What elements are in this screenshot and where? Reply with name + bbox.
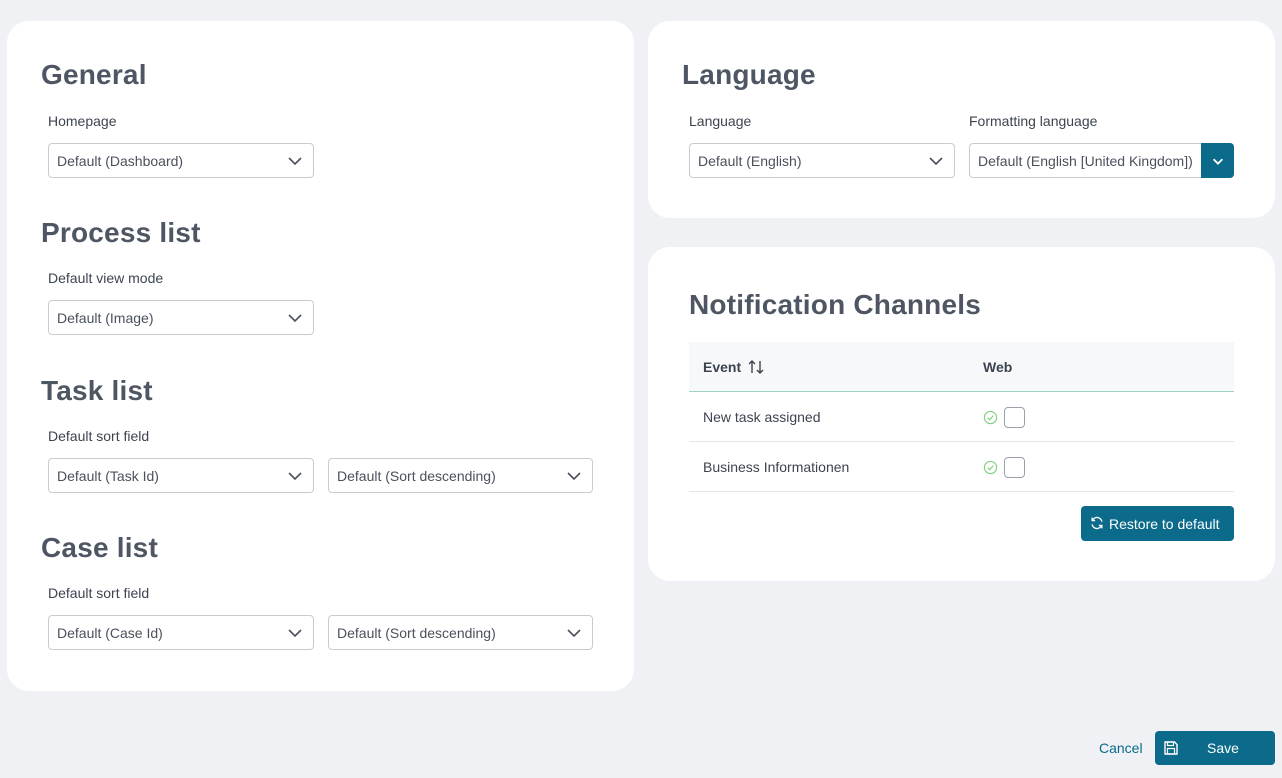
language-card: Language Language Default (English) Form… (648, 21, 1275, 218)
cancel-link[interactable]: Cancel (1099, 740, 1143, 756)
chevron-down-icon (929, 157, 943, 166)
homepage-select[interactable]: Default (Dashboard) (48, 143, 314, 178)
task-sort-order-value: Default (Sort descending) (337, 467, 496, 484)
process-list-heading: Process list (41, 217, 201, 248)
homepage-select-value: Default (Dashboard) (57, 152, 184, 169)
task-sort-field-select[interactable]: Default (Task Id) (48, 458, 314, 493)
table-row: New task assigned (689, 392, 1234, 442)
chevron-down-icon (288, 629, 302, 638)
column-header-event-label: Event (703, 359, 742, 375)
web-cell (983, 407, 1025, 428)
language-heading: Language (682, 59, 816, 90)
task-sort-order-select[interactable]: Default (Sort descending) (328, 458, 593, 493)
save-button[interactable]: Save (1155, 731, 1275, 765)
language-select-value: Default (English) (698, 152, 802, 169)
notification-table: Event Web New task assigned Business Inf… (689, 342, 1234, 492)
language-select[interactable]: Default (English) (689, 143, 955, 178)
general-heading: General (41, 59, 147, 90)
web-cell (983, 457, 1025, 478)
chevron-down-icon (288, 157, 302, 166)
case-sort-field-select[interactable]: Default (Case Id) (48, 615, 314, 650)
case-sort-field-value: Default (Case Id) (57, 624, 163, 641)
check-circle-icon (983, 460, 998, 475)
web-checkbox[interactable] (1004, 407, 1025, 428)
column-header-event[interactable]: Event (703, 359, 765, 375)
case-sort-order-select[interactable]: Default (Sort descending) (328, 615, 593, 650)
general-settings-card: General Homepage Default (Dashboard) Pro… (7, 21, 634, 691)
restore-to-default-button[interactable]: Restore to default (1081, 506, 1234, 541)
view-mode-select[interactable]: Default (Image) (48, 300, 314, 335)
language-label: Language (689, 113, 752, 129)
refresh-icon (1091, 516, 1103, 530)
case-list-heading: Case list (41, 532, 158, 563)
check-circle-icon (983, 410, 998, 425)
chevron-down-icon (288, 472, 302, 481)
notification-channels-heading: Notification Channels (689, 289, 981, 320)
sort-icon (748, 360, 764, 374)
table-row: Business Informationen (689, 442, 1234, 492)
restore-to-default-label: Restore to default (1109, 515, 1220, 532)
chevron-down-icon (1212, 158, 1223, 165)
event-cell: New task assigned (703, 409, 821, 425)
view-mode-select-value: Default (Image) (57, 309, 154, 326)
chevron-down-icon (288, 314, 302, 323)
web-checkbox[interactable] (1004, 457, 1025, 478)
chevron-down-icon (567, 472, 581, 481)
save-label: Save (1207, 740, 1239, 756)
view-mode-label: Default view mode (48, 270, 164, 286)
task-list-heading: Task list (41, 375, 153, 406)
event-cell: Business Informationen (703, 459, 850, 475)
formatting-language-label: Formatting language (969, 113, 1098, 129)
column-header-web: Web (983, 359, 1013, 375)
floppy-disk-icon (1164, 741, 1178, 755)
task-sort-field-label: Default sort field (48, 428, 150, 444)
formatting-language-dropdown-button[interactable] (1201, 143, 1234, 178)
formatting-language-select[interactable]: Default (English [United Kingdom]) (969, 143, 1234, 178)
homepage-label: Homepage (48, 113, 117, 129)
task-sort-field-value: Default (Task Id) (57, 467, 159, 484)
table-header: Event Web (689, 342, 1234, 392)
case-sort-field-label: Default sort field (48, 585, 150, 601)
formatting-language-value: Default (English [United Kingdom]) (978, 152, 1193, 169)
chevron-down-icon (567, 629, 581, 638)
case-sort-order-value: Default (Sort descending) (337, 624, 496, 641)
notification-channels-card: Notification Channels Event Web New task… (648, 247, 1275, 581)
